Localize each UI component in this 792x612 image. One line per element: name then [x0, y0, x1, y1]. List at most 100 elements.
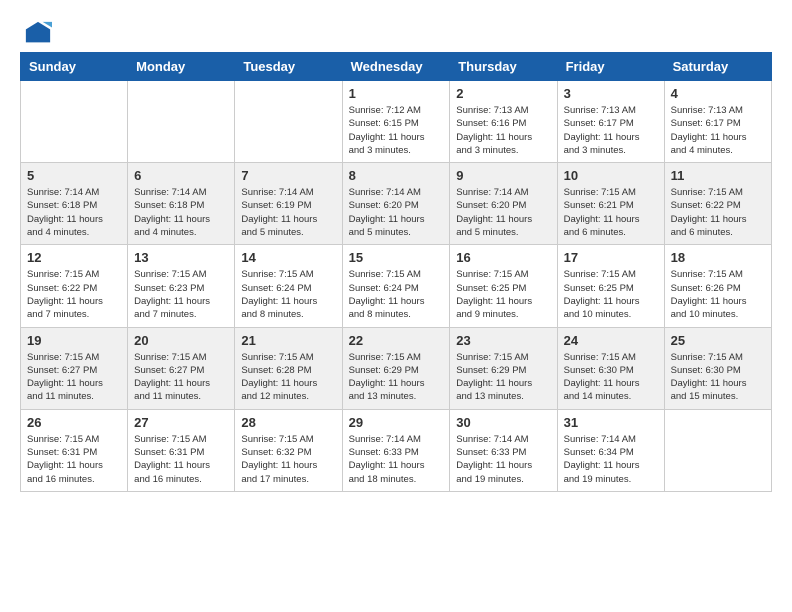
cell-info: Sunrise: 7:15 AM Sunset: 6:29 PM Dayligh… — [349, 351, 444, 404]
day-header-saturday: Saturday — [664, 53, 771, 81]
cell-info: Sunrise: 7:14 AM Sunset: 6:18 PM Dayligh… — [134, 186, 228, 239]
day-header-tuesday: Tuesday — [235, 53, 342, 81]
calendar-cell: 23 Sunrise: 7:15 AM Sunset: 6:29 PM Dayli… — [450, 327, 557, 409]
calendar-week-row: 5 Sunrise: 7:14 AM Sunset: 6:18 PM Daylig… — [21, 163, 772, 245]
day-header-friday: Friday — [557, 53, 664, 81]
calendar-cell: 26 Sunrise: 7:15 AM Sunset: 6:31 PM Dayli… — [21, 409, 128, 491]
day-number: 8 — [349, 168, 444, 183]
calendar-cell — [128, 81, 235, 163]
cell-info: Sunrise: 7:14 AM Sunset: 6:19 PM Dayligh… — [241, 186, 335, 239]
page-header — [20, 20, 772, 42]
calendar-cell: 5 Sunrise: 7:14 AM Sunset: 6:18 PM Daylig… — [21, 163, 128, 245]
cell-info: Sunrise: 7:14 AM Sunset: 6:20 PM Dayligh… — [349, 186, 444, 239]
calendar-header-row: SundayMondayTuesdayWednesdayThursdayFrid… — [21, 53, 772, 81]
calendar-body: 1 Sunrise: 7:12 AM Sunset: 6:15 PM Daylig… — [21, 81, 772, 492]
calendar-cell: 14 Sunrise: 7:15 AM Sunset: 6:24 PM Dayli… — [235, 245, 342, 327]
cell-info: Sunrise: 7:14 AM Sunset: 6:18 PM Dayligh… — [27, 186, 121, 239]
calendar-week-row: 26 Sunrise: 7:15 AM Sunset: 6:31 PM Dayli… — [21, 409, 772, 491]
calendar-cell: 4 Sunrise: 7:13 AM Sunset: 6:17 PM Daylig… — [664, 81, 771, 163]
day-number: 31 — [564, 415, 658, 430]
day-number: 29 — [349, 415, 444, 430]
calendar-cell: 12Sunrise: 7:15 AM Sunset: 6:22 PM Dayli… — [21, 245, 128, 327]
calendar-cell: 24 Sunrise: 7:15 AM Sunset: 6:30 PM Dayli… — [557, 327, 664, 409]
calendar-cell: 30 Sunrise: 7:14 AM Sunset: 6:33 PM Dayli… — [450, 409, 557, 491]
day-number: 25 — [671, 333, 765, 348]
calendar-cell: 28 Sunrise: 7:15 AM Sunset: 6:32 PM Dayli… — [235, 409, 342, 491]
logo — [20, 20, 52, 42]
calendar-cell: 2Sunrise: 7:13 AM Sunset: 6:16 PM Daylig… — [450, 81, 557, 163]
day-number: 23 — [456, 333, 550, 348]
cell-info: Sunrise: 7:13 AM Sunset: 6:17 PM Dayligh… — [671, 104, 765, 157]
cell-info: Sunrise: 7:15 AM Sunset: 6:26 PM Dayligh… — [671, 268, 765, 321]
cell-info: Sunrise: 7:15 AM Sunset: 6:30 PM Dayligh… — [564, 351, 658, 404]
day-number: 2 — [456, 86, 550, 101]
calendar-cell: 22Sunrise: 7:15 AM Sunset: 6:29 PM Dayli… — [342, 327, 450, 409]
calendar-cell: 17Sunrise: 7:15 AM Sunset: 6:25 PM Dayli… — [557, 245, 664, 327]
cell-info: Sunrise: 7:15 AM Sunset: 6:27 PM Dayligh… — [134, 351, 228, 404]
calendar-cell: 6 Sunrise: 7:14 AM Sunset: 6:18 PM Daylig… — [128, 163, 235, 245]
day-number: 11 — [671, 168, 765, 183]
day-header-thursday: Thursday — [450, 53, 557, 81]
calendar-cell: 15Sunrise: 7:15 AM Sunset: 6:24 PM Dayli… — [342, 245, 450, 327]
calendar-cell: 29 Sunrise: 7:14 AM Sunset: 6:33 PM Dayli… — [342, 409, 450, 491]
day-number: 5 — [27, 168, 121, 183]
day-number: 3 — [564, 86, 658, 101]
cell-info: Sunrise: 7:15 AM Sunset: 6:22 PM Dayligh… — [671, 186, 765, 239]
calendar-cell: 7Sunrise: 7:14 AM Sunset: 6:19 PM Daylig… — [235, 163, 342, 245]
calendar-cell: 10 Sunrise: 7:15 AM Sunset: 6:21 PM Dayli… — [557, 163, 664, 245]
day-number: 1 — [349, 86, 444, 101]
calendar-cell: 9Sunrise: 7:14 AM Sunset: 6:20 PM Daylig… — [450, 163, 557, 245]
day-number: 24 — [564, 333, 658, 348]
cell-info: Sunrise: 7:15 AM Sunset: 6:24 PM Dayligh… — [241, 268, 335, 321]
day-header-monday: Monday — [128, 53, 235, 81]
cell-info: Sunrise: 7:15 AM Sunset: 6:28 PM Dayligh… — [241, 351, 335, 404]
day-header-wednesday: Wednesday — [342, 53, 450, 81]
cell-info: Sunrise: 7:15 AM Sunset: 6:30 PM Dayligh… — [671, 351, 765, 404]
cell-info: Sunrise: 7:12 AM Sunset: 6:15 PM Dayligh… — [349, 104, 444, 157]
day-number: 17 — [564, 250, 658, 265]
calendar-cell: 25 Sunrise: 7:15 AM Sunset: 6:30 PM Dayli… — [664, 327, 771, 409]
calendar-table: SundayMondayTuesdayWednesdayThursdayFrid… — [20, 52, 772, 492]
calendar-week-row: 12Sunrise: 7:15 AM Sunset: 6:22 PM Dayli… — [21, 245, 772, 327]
calendar-cell: 3Sunrise: 7:13 AM Sunset: 6:17 PM Daylig… — [557, 81, 664, 163]
cell-info: Sunrise: 7:14 AM Sunset: 6:33 PM Dayligh… — [349, 433, 444, 486]
day-number: 16 — [456, 250, 550, 265]
cell-info: Sunrise: 7:15 AM Sunset: 6:21 PM Dayligh… — [564, 186, 658, 239]
cell-info: Sunrise: 7:15 AM Sunset: 6:31 PM Dayligh… — [27, 433, 121, 486]
cell-info: Sunrise: 7:15 AM Sunset: 6:25 PM Dayligh… — [456, 268, 550, 321]
day-number: 20 — [134, 333, 228, 348]
day-number: 14 — [241, 250, 335, 265]
day-number: 28 — [241, 415, 335, 430]
day-number: 15 — [349, 250, 444, 265]
calendar-cell — [21, 81, 128, 163]
day-number: 21 — [241, 333, 335, 348]
calendar-cell — [235, 81, 342, 163]
day-number: 30 — [456, 415, 550, 430]
calendar-cell: 13 Sunrise: 7:15 AM Sunset: 6:23 PM Dayli… — [128, 245, 235, 327]
cell-info: Sunrise: 7:14 AM Sunset: 6:34 PM Dayligh… — [564, 433, 658, 486]
day-number: 13 — [134, 250, 228, 265]
calendar-cell: 21 Sunrise: 7:15 AM Sunset: 6:28 PM Dayli… — [235, 327, 342, 409]
cell-info: Sunrise: 7:14 AM Sunset: 6:33 PM Dayligh… — [456, 433, 550, 486]
day-header-sunday: Sunday — [21, 53, 128, 81]
calendar-cell: 18 Sunrise: 7:15 AM Sunset: 6:26 PM Dayli… — [664, 245, 771, 327]
cell-info: Sunrise: 7:15 AM Sunset: 6:27 PM Dayligh… — [27, 351, 121, 404]
day-number: 19 — [27, 333, 121, 348]
calendar-cell: 27Sunrise: 7:15 AM Sunset: 6:31 PM Dayli… — [128, 409, 235, 491]
cell-info: Sunrise: 7:15 AM Sunset: 6:32 PM Dayligh… — [241, 433, 335, 486]
day-number: 27 — [134, 415, 228, 430]
calendar-week-row: 1 Sunrise: 7:12 AM Sunset: 6:15 PM Daylig… — [21, 81, 772, 163]
calendar-cell — [664, 409, 771, 491]
day-number: 10 — [564, 168, 658, 183]
calendar-cell: 1 Sunrise: 7:12 AM Sunset: 6:15 PM Daylig… — [342, 81, 450, 163]
cell-info: Sunrise: 7:15 AM Sunset: 6:29 PM Dayligh… — [456, 351, 550, 404]
cell-info: Sunrise: 7:15 AM Sunset: 6:23 PM Dayligh… — [134, 268, 228, 321]
calendar-cell: 20 Sunrise: 7:15 AM Sunset: 6:27 PM Dayli… — [128, 327, 235, 409]
day-number: 26 — [27, 415, 121, 430]
day-number: 4 — [671, 86, 765, 101]
calendar-cell: 8 Sunrise: 7:14 AM Sunset: 6:20 PM Daylig… — [342, 163, 450, 245]
day-number: 6 — [134, 168, 228, 183]
calendar-cell: 31 Sunrise: 7:14 AM Sunset: 6:34 PM Dayli… — [557, 409, 664, 491]
day-number: 18 — [671, 250, 765, 265]
day-number: 9 — [456, 168, 550, 183]
